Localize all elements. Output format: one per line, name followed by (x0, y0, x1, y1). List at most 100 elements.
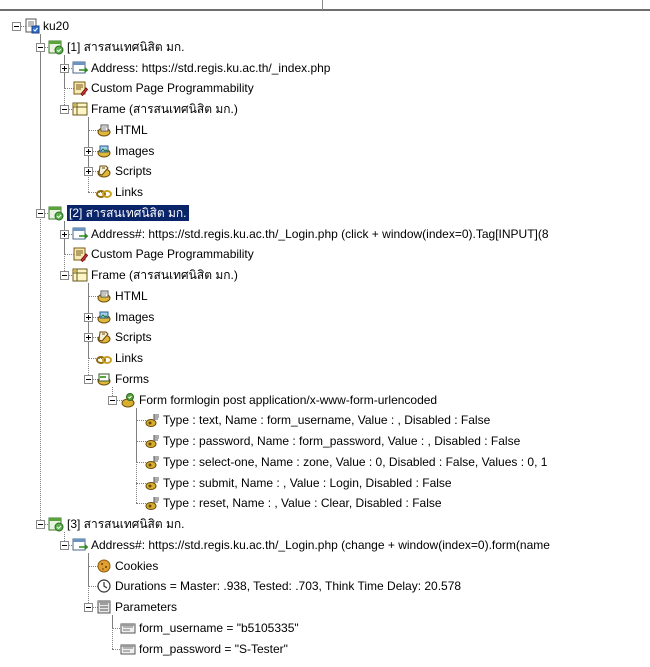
expand-toggle-icon[interactable] (84, 167, 93, 177)
tree-node-label: Custom Page Programmability (91, 81, 254, 96)
tree-node-param-password[interactable]: form_password = "S-Tester" (0, 639, 650, 659)
tree-node-forms[interactable]: Forms (0, 369, 650, 389)
tree-node-label: HTML (115, 122, 148, 137)
tree-node-param-username[interactable]: form_username = "b5105335" (0, 618, 650, 638)
tree-node-images-1[interactable]: Images (0, 141, 650, 161)
expand-toggle-icon[interactable] (60, 229, 69, 239)
tree-node-field-zone[interactable]: Type : select-one, Name : zone, Value : … (0, 452, 650, 472)
tree-node-html-1[interactable]: HTML (0, 120, 650, 140)
html-icon (96, 288, 112, 304)
tree-node-field-reset[interactable]: Type : reset, Name : , Value : Clear, Di… (0, 493, 650, 513)
code-icon (72, 80, 89, 97)
tree-node-label: Custom Page Programmability (91, 247, 254, 262)
tree-node-durations[interactable]: Durations = Master: .938, Tested: .703, … (0, 576, 650, 596)
collapse-toggle-icon[interactable] (36, 42, 45, 52)
expand-toggle-icon[interactable] (84, 146, 93, 156)
tree-node-scripts-1[interactable]: Scripts (0, 161, 650, 181)
tree-node-label: Links (115, 185, 144, 199)
scripts-icon (96, 163, 112, 179)
tree-node-label: Images (115, 143, 155, 158)
tree-node-label: HTML (115, 288, 148, 303)
form-icon (120, 392, 136, 408)
tree-node-script[interactable]: ku20 (0, 16, 650, 36)
tree-node-label: Images (115, 309, 155, 324)
page-icon (48, 39, 64, 55)
tree-node-label: Type : submit, Name : , Value : Login, D… (163, 475, 452, 490)
address-icon (72, 60, 89, 76)
tree-node-parameters[interactable]: Parameters (0, 597, 650, 617)
collapse-toggle-icon[interactable] (36, 520, 45, 529)
pane-separator[interactable] (0, 9, 650, 11)
column-divider[interactable] (322, 0, 323, 10)
collapse-toggle-icon[interactable] (84, 374, 93, 384)
tree-view[interactable]: ku20 [1] สารสนเทศนิสิต มก. Address: https:… (0, 14, 650, 667)
collapse-toggle-icon[interactable] (60, 271, 69, 280)
tree-node-label: Parameters (115, 600, 178, 614)
tree-node-label: Type : reset, Name : , Value : Clear, Di… (163, 496, 442, 511)
tree-node-custom-programmability-2[interactable]: Custom Page Programmability (0, 244, 650, 264)
tree-node-links-2[interactable]: Links (0, 348, 650, 368)
params-icon (96, 599, 112, 615)
scripts-icon (96, 329, 112, 345)
script-doc-icon (24, 18, 40, 34)
tree-node-label: Address#: https://std.regis.ku.ac.th/_Lo… (91, 537, 550, 552)
links-icon (96, 184, 112, 200)
clock-icon (96, 578, 112, 594)
tree-node-address-1[interactable]: Address: https://std.regis.ku.ac.th/_ind… (0, 58, 650, 78)
tree-node-frame-2[interactable]: Frame (สารสนเทศนิสิต มก.) (0, 265, 650, 285)
tree-node-field-submit[interactable]: Type : submit, Name : , Value : Login, D… (0, 473, 650, 493)
expand-toggle-icon[interactable] (84, 312, 93, 322)
tree-node-label: Address#: https://std.regis.ku.ac.th/_Lo… (91, 226, 549, 241)
tree-node-label: Type : text, Name : form_username, Value… (163, 413, 491, 428)
collapse-toggle-icon[interactable] (84, 603, 93, 612)
tree-node-links-1[interactable]: Links (0, 182, 650, 202)
param-icon (120, 620, 136, 636)
tree-node-frame-1[interactable]: Frame (สารสนเทศนิสิต มก.) (0, 99, 650, 119)
tree-node-scripts-2[interactable]: Scripts (0, 327, 650, 347)
page-icon (48, 205, 64, 221)
tree-node-label: ku20 (43, 19, 70, 33)
tree-node-page-1[interactable]: [1] สารสนเทศนิสิต มก. (0, 37, 650, 57)
tree-node-label: Address: https://std.regis.ku.ac.th/_ind… (91, 60, 331, 75)
tree-node-label: [2] สารสนเทศนิสิต มก. (67, 204, 189, 221)
tree-node-page-2[interactable]: [2] สารสนเทศนิสิต มก. (0, 203, 650, 223)
tree-node-form-formlogin[interactable]: Form formlogin post application/x-www-fo… (0, 390, 650, 410)
code-icon (72, 246, 89, 263)
expand-toggle-icon[interactable] (84, 333, 93, 343)
collapse-toggle-icon[interactable] (36, 208, 45, 218)
cookie-icon (96, 558, 112, 574)
tree-node-field-username[interactable]: Type : text, Name : form_username, Value… (0, 410, 650, 430)
expand-toggle-icon[interactable] (60, 63, 69, 73)
address-icon (72, 537, 89, 553)
tree-node-label: Form formlogin post application/x-www-fo… (139, 392, 438, 407)
tree-node-label: form_username = "b5105335" (139, 620, 299, 635)
collapse-toggle-icon[interactable] (12, 22, 21, 31)
frame-icon (72, 101, 88, 117)
address-icon (72, 226, 89, 242)
tree-node-label: Scripts (115, 330, 152, 345)
collapse-toggle-icon[interactable] (108, 395, 117, 405)
tree-node-label: Forms (115, 371, 149, 386)
tree-node-label: Type : select-one, Name : zone, Value : … (163, 454, 548, 469)
tree-node-field-password[interactable]: Type : password, Name : form_password, V… (0, 431, 650, 451)
tree-node-address-3[interactable]: Address#: https://std.regis.ku.ac.th/_Lo… (0, 535, 650, 555)
tree-node-custom-programmability-1[interactable]: Custom Page Programmability (0, 78, 650, 98)
tree-node-images-2[interactable]: Images (0, 307, 650, 327)
tree-node-label: Links (115, 351, 144, 365)
tree-node-label: Durations = Master: .938, Tested: .703, … (115, 579, 462, 594)
tree-node-label: [1] สารสนเทศนิสิต มก. (67, 39, 185, 54)
tree-node-label: Cookies (115, 558, 159, 573)
field-icon (144, 454, 160, 470)
images-icon (96, 309, 112, 325)
param-icon (120, 641, 136, 657)
tree-node-address-2[interactable]: Address#: https://std.regis.ku.ac.th/_Lo… (0, 224, 650, 244)
forms-icon (96, 371, 112, 387)
images-icon (96, 143, 112, 159)
collapse-toggle-icon[interactable] (60, 105, 69, 114)
collapse-toggle-icon[interactable] (60, 540, 69, 550)
tree-node-label: Frame (สารสนเทศนิสิต มก.) (91, 268, 238, 282)
page-icon (48, 516, 64, 532)
tree-node-html-2[interactable]: HTML (0, 286, 650, 306)
tree-node-page-3[interactable]: [3] สารสนเทศนิสิต มก. (0, 514, 650, 534)
tree-node-cookies[interactable]: Cookies (0, 556, 650, 576)
